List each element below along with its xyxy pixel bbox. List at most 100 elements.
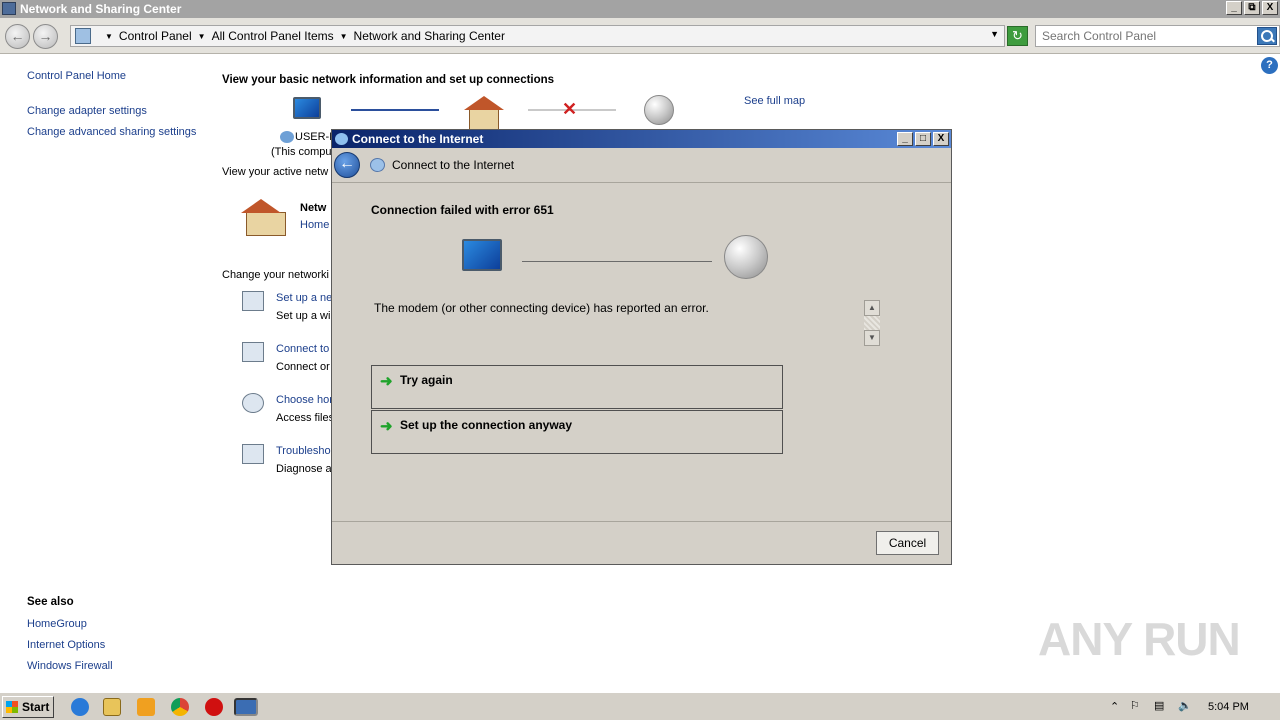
page-heading: View your basic network information and … xyxy=(222,74,555,86)
address-box[interactable]: ▼ Control Panel ▼ All Control Panel Items ▼ N… xyxy=(70,25,1005,47)
change-settings-label: Change your networki xyxy=(222,269,330,281)
globe-icon xyxy=(644,95,674,125)
back-icon[interactable]: ← xyxy=(334,152,360,178)
system-tray: ⌃ ⚐ ▤ 🔈 xyxy=(1104,697,1278,717)
task-troubleshoot[interactable]: Troublesho xyxy=(276,445,331,457)
start-label: Start xyxy=(22,700,50,714)
homegroup-link[interactable]: HomeGroup xyxy=(27,618,87,630)
arrow-right-icon: ➜ xyxy=(380,418,393,435)
dialog-header-title: Connect to the Internet xyxy=(392,158,515,172)
address-toolbar: ← → ▼ Control Panel ▼ All Control Panel Ite… xyxy=(0,18,1280,54)
taskbar: Start ⌃ ⚐ ▤ 🔈 5:04 PM xyxy=(0,692,1280,720)
search-icon[interactable] xyxy=(1257,27,1277,45)
show-hidden-icons-icon[interactable]: ⌃ xyxy=(1110,700,1119,713)
refresh-button[interactable]: ↻ xyxy=(1007,26,1028,46)
see-full-map-link[interactable]: See full map xyxy=(744,95,805,107)
error-title: Connection failed with error 651 xyxy=(371,203,554,217)
arrow-right-icon: ➜ xyxy=(380,373,393,390)
error-message: The modem (or other connecting device) h… xyxy=(374,301,709,315)
control-panel-home-link[interactable]: Control Panel Home xyxy=(27,70,126,82)
scroll-down-icon[interactable]: ▼ xyxy=(864,330,880,346)
breadcrumb: ▼ Control Panel ▼ All Control Panel Items ▼ N… xyxy=(99,29,505,44)
action-center-flag-icon[interactable]: ⚐ xyxy=(1130,699,1140,712)
window-title-bar: Network and Sharing Center _ ⧉ X xyxy=(0,0,1280,18)
message-scrollbar[interactable]: ▲ ▼ xyxy=(864,300,880,348)
breadcrumb-control-panel[interactable]: Control Panel xyxy=(119,29,192,43)
change-advanced-sharing-link[interactable]: Change advanced sharing settings xyxy=(27,126,196,138)
explorer-folder-icon[interactable] xyxy=(103,698,121,716)
network-icon xyxy=(280,131,294,144)
clock[interactable]: 5:04 PM xyxy=(1208,701,1249,713)
disconnected-x-icon: ✕ xyxy=(562,99,578,119)
network-center-taskbar-icon[interactable] xyxy=(234,698,258,716)
map-connection-line xyxy=(351,109,439,111)
globe-icon xyxy=(724,235,768,279)
breadcrumb-chevron-icon[interactable]: ▼ xyxy=(340,32,348,41)
home-network-icon xyxy=(241,199,286,236)
breadcrumb-network-center[interactable]: Network and Sharing Center xyxy=(354,29,505,43)
internet-options-link[interactable]: Internet Options xyxy=(27,639,105,651)
dialog-title: Connect to the Internet xyxy=(352,132,484,146)
close-button[interactable]: X xyxy=(1262,1,1278,15)
control-panel-icon xyxy=(75,28,91,44)
active-networks-label: View your active netw xyxy=(222,166,329,178)
network-center-icon xyxy=(2,2,16,15)
windows-firewall-link[interactable]: Windows Firewall xyxy=(27,660,113,672)
dialog-title-bar: Connect to the Internet _ □ X xyxy=(332,130,951,148)
task-setup-connection[interactable]: Set up a ne xyxy=(276,292,332,304)
task-connect[interactable]: Connect to xyxy=(276,343,329,355)
restore-button[interactable]: ⧉ xyxy=(1244,1,1260,15)
computer-name: USER-F xyxy=(280,131,336,144)
task-connect-desc: Connect or xyxy=(276,361,330,373)
network-tray-icon[interactable]: ▤ xyxy=(1154,699,1164,712)
dialog-body: Connection failed with error 651 The mod… xyxy=(332,182,951,522)
search-input[interactable] xyxy=(1036,26,1251,46)
forward-button[interactable]: → xyxy=(33,24,58,49)
connect-network-icon xyxy=(242,342,264,362)
start-button[interactable]: Start xyxy=(2,696,54,718)
setup-connection-icon xyxy=(242,291,264,311)
breadcrumb-all-items[interactable]: All Control Panel Items xyxy=(212,29,334,43)
window-title: Network and Sharing Center xyxy=(20,2,182,16)
dialog-minimize-button[interactable]: _ xyxy=(897,132,913,146)
computer-icon xyxy=(462,239,502,271)
dialog-header: ← Connect to the Internet xyxy=(332,148,951,182)
connect-icon xyxy=(335,133,348,145)
homegroup-icon xyxy=(242,393,264,413)
setup-anyway-button[interactable]: ➜ Set up the connection anyway xyxy=(371,410,783,454)
computer-icon xyxy=(293,97,321,119)
breadcrumb-chevron-icon[interactable]: ▼ xyxy=(198,32,206,41)
task-troubleshoot-desc: Diagnose a xyxy=(276,463,332,475)
setup-anyway-label: Set up the connection anyway xyxy=(400,418,573,432)
try-again-button[interactable]: ➜ Try again xyxy=(371,365,783,409)
minimize-button[interactable]: _ xyxy=(1226,1,1242,15)
connect-dialog: Connect to the Internet _ □ X ← Connect … xyxy=(331,129,952,565)
address-dropdown-icon[interactable]: ▼ xyxy=(990,29,999,39)
opera-icon[interactable] xyxy=(205,698,223,716)
back-button[interactable]: ← xyxy=(5,24,30,49)
help-icon[interactable]: ? xyxy=(1261,57,1278,74)
troubleshoot-icon xyxy=(242,444,264,464)
internet-explorer-icon[interactable] xyxy=(71,698,89,716)
chrome-icon[interactable] xyxy=(171,698,189,716)
connect-icon xyxy=(370,158,385,172)
connection-line xyxy=(522,261,712,262)
dialog-close-button[interactable]: X xyxy=(933,132,949,146)
volume-icon[interactable]: 🔈 xyxy=(1178,699,1192,712)
dialog-maximize-button[interactable]: □ xyxy=(915,132,931,146)
change-adapter-settings-link[interactable]: Change adapter settings xyxy=(27,105,147,117)
anyrun-watermark: ANY RUN xyxy=(1038,613,1241,665)
computer-sub-label: (This compu xyxy=(271,146,332,158)
search-box[interactable] xyxy=(1035,25,1280,47)
task-setup-desc: Set up a wi xyxy=(276,310,331,322)
network-name: Netw xyxy=(300,202,327,214)
scroll-up-icon[interactable]: ▲ xyxy=(864,300,880,316)
network-type-link[interactable]: Home xyxy=(300,219,329,231)
breadcrumb-chevron-icon[interactable]: ▼ xyxy=(105,32,113,41)
see-also-heading: See also xyxy=(27,596,74,608)
start-flag-icon xyxy=(6,701,18,713)
cancel-button[interactable]: Cancel xyxy=(876,531,939,555)
task-choose-homegroup[interactable]: Choose hor xyxy=(276,394,333,406)
scroll-track[interactable] xyxy=(864,316,880,330)
media-player-icon[interactable] xyxy=(137,698,155,716)
